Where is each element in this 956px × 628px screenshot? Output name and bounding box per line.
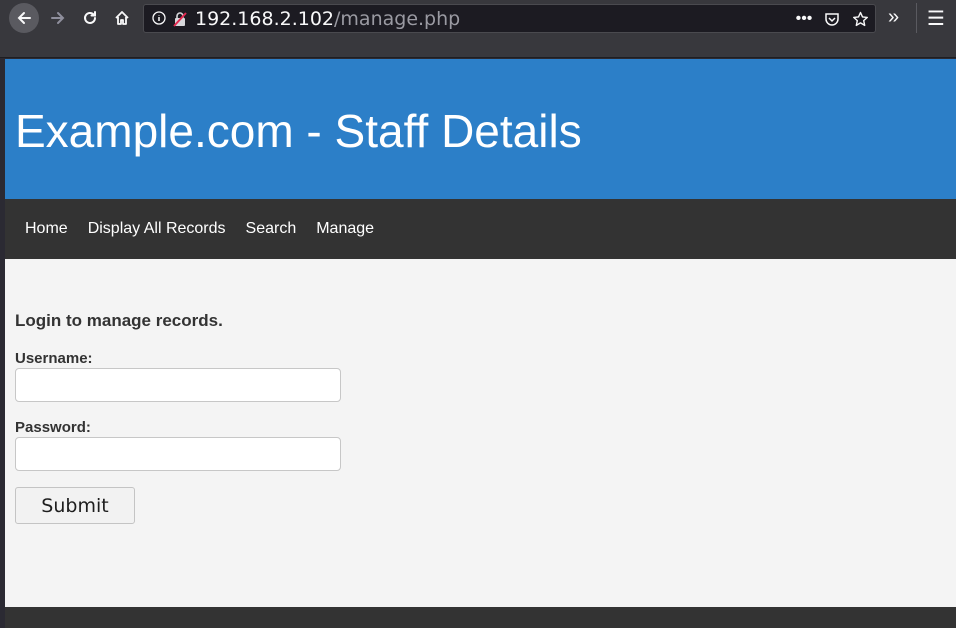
url-path: /manage.php (334, 8, 461, 30)
home-button[interactable] (107, 3, 137, 33)
password-label: Password: (15, 419, 91, 436)
toolbar-separator (916, 3, 917, 33)
url-text[interactable]: 192.168.2.102/manage.php (195, 8, 460, 30)
overflow-chevron-icon[interactable]: » (888, 6, 899, 29)
pocket-icon[interactable] (823, 10, 841, 28)
url-actions: ••• (795, 10, 869, 28)
arrow-right-icon (51, 12, 65, 24)
home-icon (115, 11, 129, 25)
arrow-left-icon (17, 12, 31, 24)
site-title: Example.com - Staff Details (15, 105, 582, 157)
insecure-lock-icon[interactable] (172, 11, 188, 27)
web-page: Example.com - Staff Details Home Display… (5, 59, 956, 628)
url-bar[interactable]: 192.168.2.102/manage.php ••• (143, 4, 876, 33)
tab-strip (0, 34, 956, 58)
info-icon[interactable] (152, 11, 166, 25)
site-navbar: Home Display All Records Search Manage (5, 199, 956, 259)
login-section: Login to manage records. Username: Passw… (5, 259, 956, 607)
site-header: Example.com - Staff Details (5, 59, 956, 199)
bookmark-star-icon[interactable] (851, 10, 869, 28)
nav-search-link[interactable]: Search (236, 220, 307, 238)
back-button[interactable] (9, 3, 39, 33)
page-actions-icon[interactable]: ••• (795, 10, 813, 28)
site-footer (5, 607, 956, 628)
login-heading: Login to manage records. (15, 311, 223, 330)
reload-button[interactable] (75, 3, 105, 33)
nav-manage-link[interactable]: Manage (306, 220, 384, 238)
nav-display-all-records-link[interactable]: Display All Records (78, 220, 236, 238)
username-label: Username: (15, 350, 93, 367)
hamburger-menu-icon[interactable]: ☰ (927, 6, 945, 31)
forward-button[interactable] (43, 3, 73, 33)
submit-button[interactable]: Submit (15, 487, 135, 524)
nav-home-link[interactable]: Home (15, 220, 78, 238)
password-input[interactable] (15, 437, 341, 471)
url-host: 192.168.2.102 (195, 8, 335, 30)
username-input[interactable] (15, 368, 341, 402)
reload-icon (84, 11, 96, 24)
